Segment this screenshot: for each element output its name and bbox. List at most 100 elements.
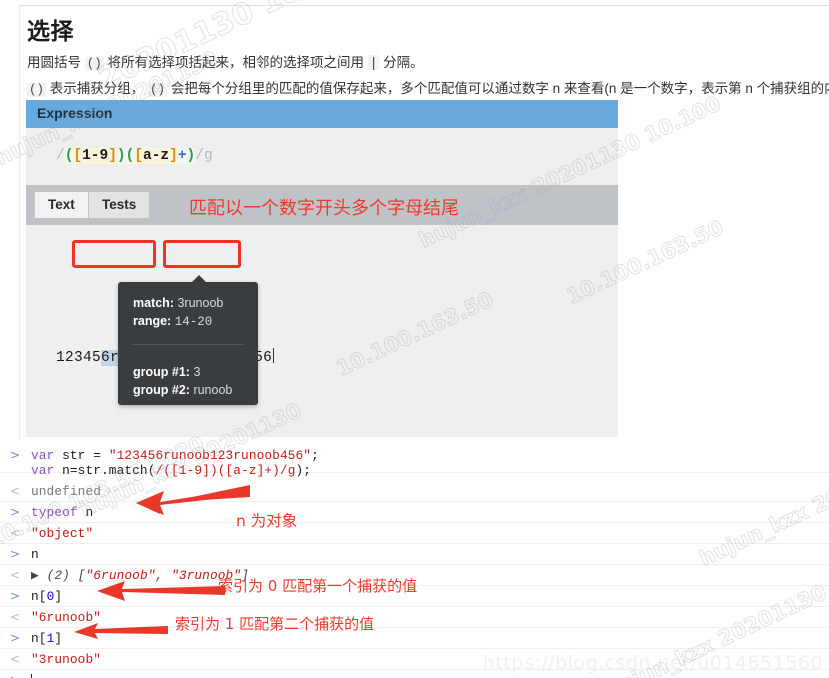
console-prompt-icon: >: [10, 505, 21, 519]
match-tooltip: match: 3runoob range: 14-20 group #1: 3 …: [118, 275, 258, 405]
annotation-expression-note: 匹配以一个数字开头多个字母结尾: [189, 198, 459, 219]
csdn-watermark: https://blog.csdn.net/u014651560: [482, 652, 823, 674]
left-rail-divider: [19, 5, 20, 440]
console-row: < "object": [0, 523, 829, 544]
paragraph-one-prefix: 用圆括号: [27, 55, 81, 70]
token-plain: ]: [54, 631, 63, 646]
paragraph-two-mid: 表示捕获分组，: [49, 81, 145, 96]
text-caret: [273, 348, 275, 363]
regex-quantifier: +: [177, 148, 187, 164]
inline-code-parens-1: (): [84, 57, 104, 71]
paragraph-two: () 表示捕获分组， () 会把每个分组里的匹配的值保存起来，多个匹配值可以通过…: [27, 79, 829, 100]
token-plain: n[: [31, 631, 47, 646]
token-plain: );: [295, 463, 312, 478]
annotation-index1-note: 索引为 1 匹配第二个捕获的值: [175, 615, 375, 633]
page-title: 选择: [27, 18, 74, 44]
screenshot-root: 选择 用圆括号 () 将所有选择项括起来，相邻的选择项之间用 | 分隔。 () …: [0, 0, 829, 678]
arrow-to-n0-icon: [97, 581, 225, 601]
console-output-icon: <: [10, 484, 21, 498]
regex-tester-panel: Expression /([1-9])([a-z]+)/g Text Tests…: [26, 100, 618, 437]
console-prompt-icon: >: [10, 448, 21, 462]
regex-class2-inner: a-z: [143, 148, 170, 164]
tooltip-group1-label: group #1:: [133, 365, 190, 379]
annotation-box-match-2: [163, 240, 241, 268]
regex-open-slash: /: [56, 148, 65, 164]
token-plain: ]: [54, 589, 63, 604]
regex-class2-open: [: [134, 148, 144, 164]
console-code-n: n: [31, 547, 39, 562]
regex-flags: g: [203, 148, 213, 164]
console-output-icon: <: [10, 652, 21, 666]
regex-class1-inner: 1-9: [82, 148, 109, 164]
regex-class1-open: [: [73, 148, 83, 164]
expression-header-label: Expression: [37, 105, 113, 121]
tooltip-group1-row: group #1: 3: [133, 365, 200, 379]
tooltip-divider: [133, 344, 243, 345]
console-output-n1: "3runoob": [31, 652, 102, 667]
regex-expression[interactable]: /([1-9])([a-z]+)/g: [56, 148, 213, 164]
console-prompt-icon: >: [10, 631, 21, 645]
paragraph-one-suffix: 分隔。: [383, 55, 424, 70]
tooltip-group2-value: runoob: [193, 383, 233, 397]
console-code-n1: n[1]: [31, 631, 62, 646]
tooltip-range-label: range:: [133, 314, 172, 328]
token-keyword: var: [31, 463, 63, 478]
arrow-to-typeof-icon: [136, 485, 250, 515]
console-row[interactable]: > n: [0, 544, 829, 565]
token-plain: str =: [62, 448, 109, 463]
tooltip-match-label: match:: [133, 296, 174, 310]
annotation-box-match-1: [72, 240, 156, 268]
tooltip-group1-value: 3: [193, 365, 201, 379]
console-code-line-2: var n=str.match(/([1-9])([a-z]+)/g);: [31, 463, 311, 478]
console-output-icon: <: [10, 568, 21, 582]
subject-part-1: 12345: [56, 350, 102, 366]
console-code-n0: n[0]: [31, 589, 62, 604]
token-keyword: typeof: [31, 505, 86, 520]
token-plain: ;: [311, 448, 319, 463]
paragraph-two-suffix: 会把每个分组里的匹配的值保存起来，多个匹配值可以通过数字 n 来查看(n 是一个…: [170, 81, 829, 96]
console-code-line-1: var str = "123456runoob123runoob456";: [31, 448, 319, 463]
tooltip-range-row: range: 14-20: [133, 314, 212, 329]
tooltip-group2-row: group #2: runoob: [133, 383, 232, 397]
paragraph-one-mid: 将所有选择项括起来，相邻的选择项之间用: [107, 55, 365, 70]
token-plain: n=str.match(: [62, 463, 156, 478]
expression-header-bar: Expression: [26, 100, 618, 128]
console-code-typeof: typeof n: [31, 505, 93, 520]
console-prompt-icon: >: [10, 673, 20, 678]
tooltip-match-row: match: 3runoob: [133, 296, 223, 310]
array-expand-toggle-icon[interactable]: ▶ (2) [: [31, 568, 85, 583]
token-plain: n: [85, 505, 94, 520]
top-divider: [19, 5, 829, 6]
inline-code-parens-2: (): [27, 83, 47, 97]
tooltip-match-value: 3runoob: [177, 296, 224, 310]
annotation-index0-note: 索引为 0 匹配第一个捕获的值: [218, 577, 418, 595]
tooltip-arrow-icon: [192, 275, 206, 282]
inline-code-parens-3: (): [148, 83, 168, 97]
tab-text[interactable]: Text: [35, 192, 88, 218]
console-row[interactable]: > var str = "123456runoob123runoob456"; …: [0, 443, 829, 478]
token-regex: /([1-9])([a-z]+)/g: [155, 463, 296, 478]
regex-class1-close: ]: [108, 148, 117, 164]
regex-close-slash: /: [195, 148, 204, 164]
console-prompt-icon: >: [10, 547, 21, 561]
console-output-object: "object": [31, 526, 94, 541]
regex-group2-close: ): [186, 148, 196, 164]
console-input-caret[interactable]: [31, 674, 32, 678]
console-output-undefined: undefined: [31, 484, 102, 499]
arrow-to-n1-icon: [74, 623, 168, 639]
regex-group1-close: ): [116, 148, 126, 164]
tab-tests[interactable]: Tests: [89, 192, 150, 218]
tooltip-group2-label: group #2:: [133, 383, 190, 397]
expression-input-area[interactable]: /([1-9])([a-z]+)/g: [26, 128, 618, 185]
tooltip-range-value: 14-20: [174, 315, 213, 329]
regex-class2-close: ]: [169, 148, 178, 164]
token-keyword: var: [31, 448, 63, 463]
inline-code-pipe: |: [367, 55, 380, 70]
devtools-console: > var str = "123456runoob123runoob456"; …: [0, 443, 829, 678]
console-output-icon: <: [10, 610, 21, 624]
caret-icon: [31, 674, 32, 678]
token-plain: n[: [31, 589, 47, 604]
paragraph-one: 用圆括号 () 将所有选择项括起来，相邻的选择项之间用 | 分隔。: [27, 53, 424, 74]
token-string: "123456runoob123runoob456": [108, 448, 312, 463]
console-prompt-icon: >: [10, 589, 21, 603]
